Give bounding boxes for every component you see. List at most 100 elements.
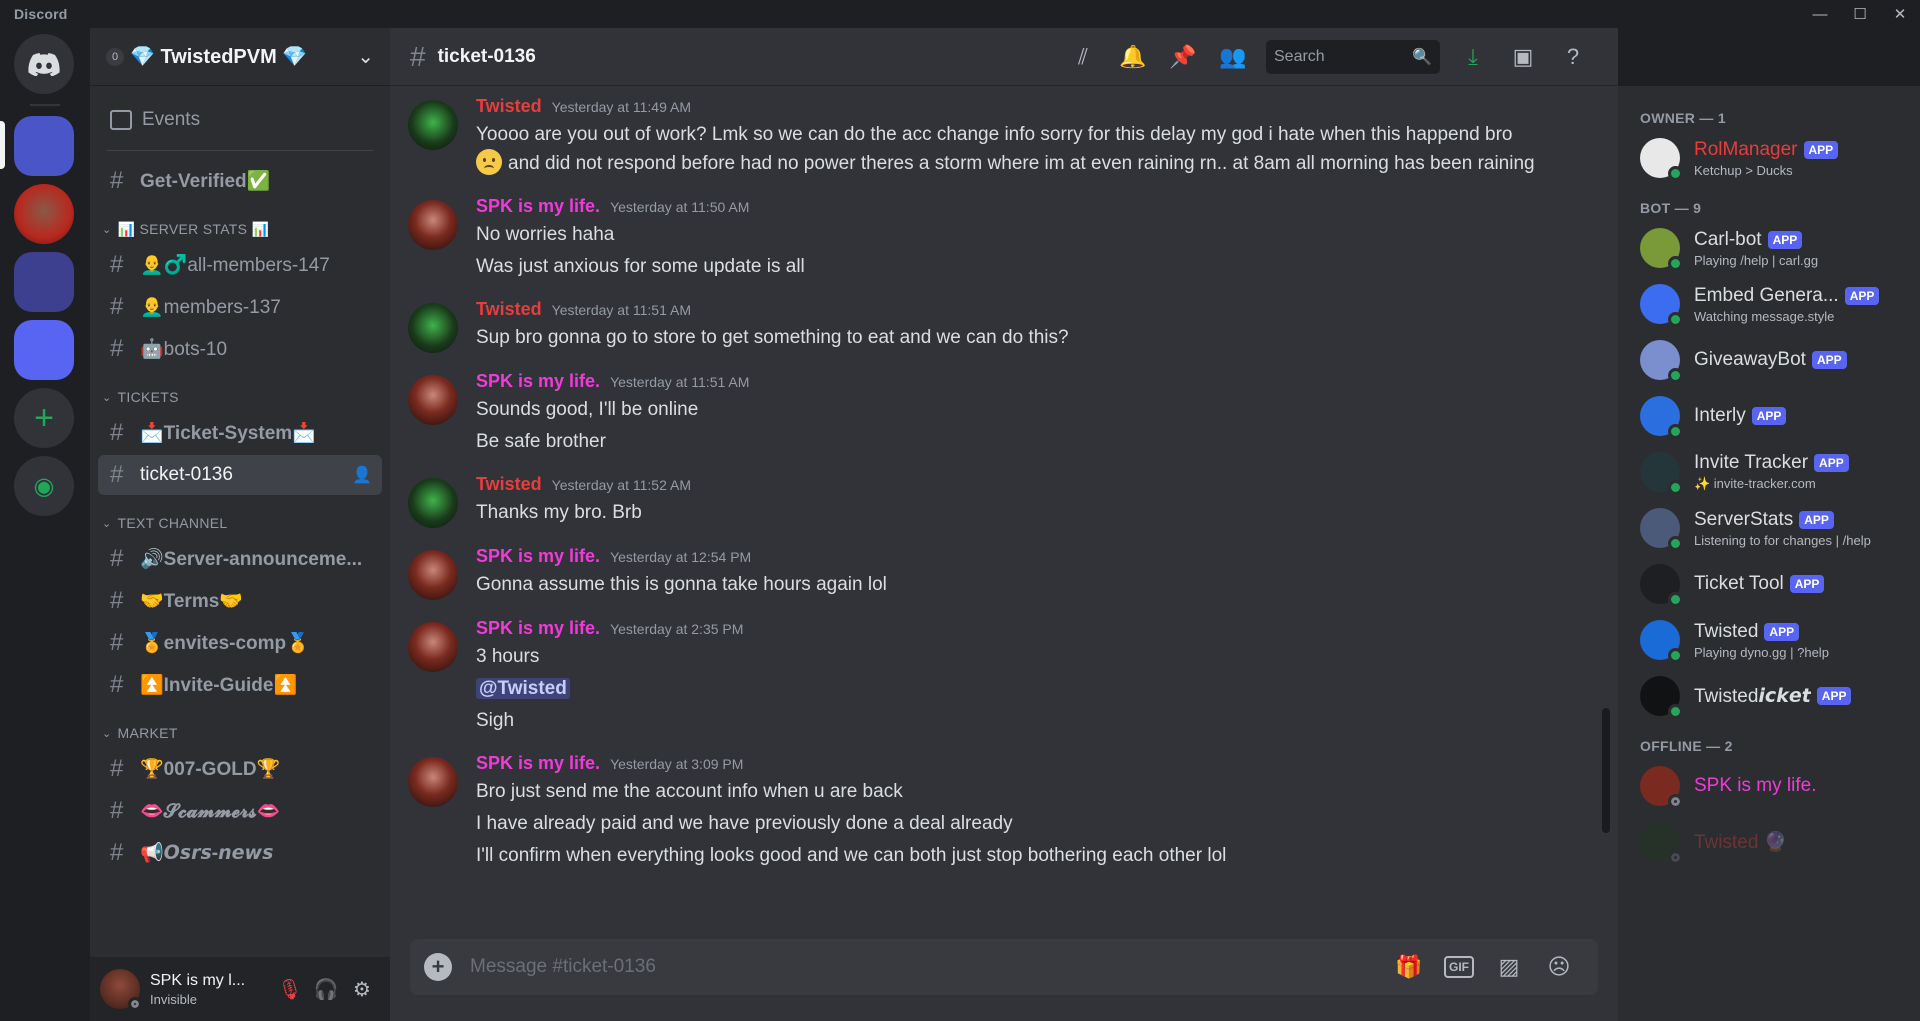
avatar[interactable] bbox=[408, 100, 458, 150]
avatar[interactable] bbox=[100, 969, 142, 1011]
member-item[interactable]: Twisted𝙞𝙘𝙠𝙚𝙩 APP bbox=[1640, 668, 1908, 724]
message[interactable]: SPK is my life. Yesterday at 2:35 PM 3 ho… bbox=[390, 618, 1618, 735]
pin-icon[interactable]: 📌 bbox=[1158, 37, 1208, 77]
message-author[interactable]: SPK is my life. bbox=[476, 753, 600, 774]
avatar[interactable] bbox=[408, 622, 458, 672]
maximize-icon[interactable]: ☐ bbox=[1840, 0, 1880, 28]
message-author[interactable]: Twisted bbox=[476, 474, 542, 495]
message[interactable]: SPK is my life. Yesterday at 12:54 PM Gon… bbox=[390, 546, 1618, 600]
member-item[interactable]: Invite Tracker APP ✨ invite-tracker.com bbox=[1640, 444, 1908, 500]
threads-icon[interactable]: ⫽ bbox=[1058, 37, 1108, 77]
message[interactable]: Twisted Yesterday at 11:52 AM Thanks my b… bbox=[390, 474, 1618, 528]
message-author[interactable]: SPK is my life. bbox=[476, 196, 600, 217]
avatar[interactable] bbox=[408, 550, 458, 600]
message-author[interactable]: Twisted bbox=[476, 96, 542, 117]
member-item[interactable]: ServerStats APP Listening to for changes |… bbox=[1640, 500, 1908, 556]
status-online-icon bbox=[1668, 368, 1683, 383]
channel-members[interactable]: # 👨‍🦲members-137 bbox=[98, 287, 382, 327]
avatar[interactable] bbox=[408, 200, 458, 250]
server-icon-twistedpvm[interactable] bbox=[14, 116, 74, 176]
server-icon-4[interactable] bbox=[14, 320, 74, 380]
minimize-icon[interactable]: — bbox=[1800, 0, 1840, 28]
hash-icon: # bbox=[110, 293, 124, 320]
avatar[interactable] bbox=[408, 757, 458, 807]
message[interactable]: Twisted Yesterday at 11:51 AM Sup bro gon… bbox=[390, 299, 1618, 353]
hash-icon: # bbox=[110, 671, 124, 698]
member-item[interactable]: Interly APP bbox=[1640, 388, 1908, 444]
channel-get-verified[interactable]: # Get-Verified✅ bbox=[98, 161, 382, 201]
channel-007-gold[interactable]: # 🏆007-GOLD🏆 bbox=[98, 749, 382, 789]
server-icon-folder[interactable] bbox=[14, 252, 74, 312]
channel-server-announcements[interactable]: # 🔊Server-announceme... bbox=[98, 539, 382, 579]
events-item[interactable]: Events bbox=[98, 100, 382, 140]
direct-messages-home-icon[interactable] bbox=[14, 34, 74, 94]
inbox-icon[interactable]: ▣ bbox=[1498, 37, 1548, 77]
channel-all-members[interactable]: # 👨‍🦲♂️all-members-147 bbox=[98, 245, 382, 285]
avatar[interactable] bbox=[408, 303, 458, 353]
member-item[interactable]: SPK is my life. bbox=[1640, 758, 1908, 814]
user-info[interactable]: SPK is my l... Invisible bbox=[150, 972, 272, 1007]
message-author[interactable]: SPK is my life. bbox=[476, 371, 600, 392]
channel-label: 📩Ticket-System📩 bbox=[140, 423, 316, 444]
mic-muted-icon[interactable]: 🎙 bbox=[272, 971, 308, 1007]
channel-scammers[interactable]: # 👄𝓢𝓬𝓪𝓶𝓶𝓮𝓻𝓼👄 bbox=[98, 791, 382, 831]
chevron-down-icon[interactable]: ⌄ bbox=[357, 44, 374, 69]
message-text: Sup bro gonna go to store to get somethi… bbox=[476, 327, 1069, 348]
member-list: Owner — 1 RolManager APP Ketchup > Ducks BOT… bbox=[1618, 86, 1920, 1021]
user-mention[interactable]: @Twisted bbox=[476, 678, 570, 699]
emoji-icon[interactable]: ☹ bbox=[1534, 947, 1584, 987]
message-text: Gonna assume this is gonna take hours ag… bbox=[476, 574, 887, 595]
download-icon[interactable]: ⤓ bbox=[1448, 37, 1498, 77]
channel-ticket-system[interactable]: # 📩Ticket-System📩 bbox=[98, 413, 382, 453]
message[interactable]: SPK is my life. Yesterday at 11:51 AM Sou… bbox=[390, 371, 1618, 456]
member-item[interactable]: RolManager APP Ketchup > Ducks bbox=[1640, 130, 1908, 186]
scrollbar[interactable] bbox=[1602, 708, 1610, 833]
member-item[interactable]: GiveawayBot APP bbox=[1640, 332, 1908, 388]
add-attachment-icon[interactable]: + bbox=[424, 953, 452, 981]
composer-placeholder[interactable]: Message #ticket-0136 bbox=[470, 956, 1384, 978]
server-header[interactable]: 0 💎 TwistedPVM 💎 ⌄ bbox=[90, 28, 390, 86]
message-author[interactable]: SPK is my life. bbox=[476, 546, 600, 567]
message-author[interactable]: Twisted bbox=[476, 299, 542, 320]
member-item[interactable]: Ticket Tool APP bbox=[1640, 556, 1908, 612]
channel-osrs-news[interactable]: # 📢𝙊𝙨𝙧𝙨-𝙣𝙚𝙬𝙨 bbox=[98, 833, 382, 873]
gift-icon[interactable]: 🎁 bbox=[1384, 947, 1434, 987]
member-name: Invite Tracker bbox=[1694, 452, 1809, 473]
create-invite-icon[interactable]: 👤 bbox=[352, 465, 372, 485]
message[interactable]: SPK is my life. Yesterday at 3:09 PM Bro … bbox=[390, 753, 1618, 870]
avatar bbox=[1640, 340, 1683, 383]
bell-icon[interactable]: 🔔 bbox=[1108, 37, 1158, 77]
explore-servers-icon[interactable]: ◉ bbox=[14, 456, 74, 516]
channel-invite-guide[interactable]: # ⏫Invite-Guide⏫ bbox=[98, 665, 382, 705]
message-composer[interactable]: + Message #ticket-0136 🎁 GIF ▨ ☹ bbox=[410, 939, 1598, 995]
server-icon-2[interactable] bbox=[14, 184, 74, 244]
avatar[interactable] bbox=[408, 478, 458, 528]
channel-bots[interactable]: # 🤖bots-10 bbox=[98, 329, 382, 369]
search-input[interactable]: Search 🔍 bbox=[1266, 39, 1440, 74]
add-server-icon[interactable]: + bbox=[14, 388, 74, 448]
gif-button[interactable]: GIF bbox=[1434, 947, 1484, 987]
channel-terms[interactable]: # 🤝Terms🤝 bbox=[98, 581, 382, 621]
help-icon[interactable]: ? bbox=[1548, 37, 1598, 77]
member-item[interactable]: Embed Genera... APP Watching message.style bbox=[1640, 276, 1908, 332]
member-item[interactable]: Carl-bot APP Playing /help | carl.gg bbox=[1640, 220, 1908, 276]
headphones-icon[interactable]: 🎧 bbox=[308, 971, 344, 1007]
message[interactable]: SPK is my life. Yesterday at 11:50 AM No … bbox=[390, 196, 1618, 281]
sticker-icon[interactable]: ▨ bbox=[1484, 947, 1534, 987]
avatar[interactable] bbox=[408, 375, 458, 425]
member-item[interactable]: Twisted 🔮 bbox=[1640, 814, 1908, 870]
member-item[interactable]: Twisted APP Playing dyno.gg | ?help bbox=[1640, 612, 1908, 668]
members-list-icon[interactable]: 👥 bbox=[1208, 37, 1258, 77]
close-icon[interactable]: ✕ bbox=[1880, 0, 1920, 28]
message[interactable]: Twisted Yesterday at 11:49 AM Yoooo are y… bbox=[390, 96, 1618, 178]
channel-ticket-0136[interactable]: # ticket-0136 👤 bbox=[98, 455, 382, 495]
message-author[interactable]: SPK is my life. bbox=[476, 618, 600, 639]
gear-icon[interactable]: ⚙ bbox=[344, 971, 380, 1007]
calendar-icon bbox=[110, 110, 132, 130]
channel-envites-comp[interactable]: # 🏅envites-comp🏅 bbox=[98, 623, 382, 663]
category-server-stats[interactable]: ⌄ 📊 SERVER STATS 📊 bbox=[98, 215, 382, 243]
hash-icon: # bbox=[110, 629, 124, 656]
category-tickets[interactable]: ⌄ TICKETS bbox=[98, 383, 382, 411]
category-text-channel[interactable]: ⌄ TEXT CHANNEL bbox=[98, 509, 382, 537]
category-market[interactable]: ⌄ MARKET bbox=[98, 719, 382, 747]
